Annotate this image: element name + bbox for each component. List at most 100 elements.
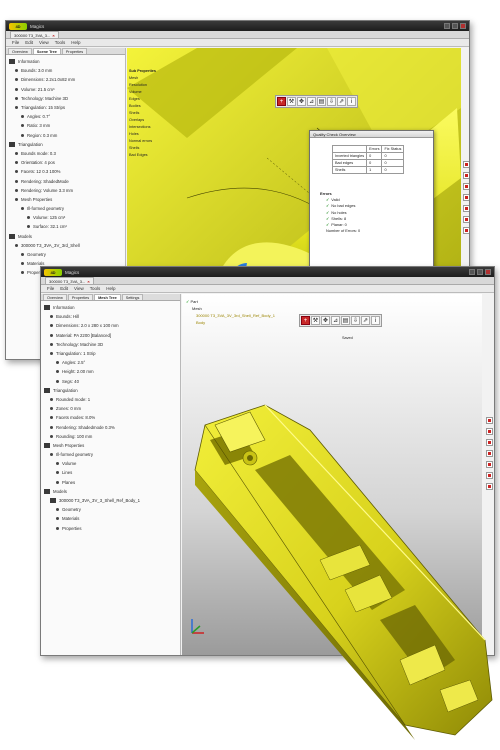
tree-row[interactable]: Triangulation: 1 Strip xyxy=(44,349,180,358)
tree-row[interactable]: Angles: 2.5° xyxy=(44,358,180,367)
add-icon[interactable]: + xyxy=(301,316,310,325)
close-tab-icon[interactable]: × xyxy=(52,33,54,38)
tree-row[interactable]: Segs: 40 xyxy=(44,377,180,386)
menu-help[interactable]: Help xyxy=(71,40,80,45)
menu-edit[interactable]: Edit xyxy=(60,286,68,291)
wrench-icon[interactable]: ⚒ xyxy=(311,316,320,325)
tree-row[interactable]: Lines xyxy=(44,468,180,477)
tree-row[interactable]: Materials xyxy=(44,514,180,523)
tree-row[interactable]: Geometry xyxy=(44,505,180,514)
tree-row[interactable]: Volume: 125 cm³ xyxy=(9,213,125,222)
tree-row[interactable]: Orientation: 4 pos xyxy=(9,158,125,167)
view-icon[interactable] xyxy=(485,450,493,457)
tree-row[interactable]: Rendering: Shadedmode 0.3% xyxy=(44,422,180,431)
tree-row[interactable]: Bounds mode: 0.3 xyxy=(9,149,125,158)
tree-row[interactable]: Planes xyxy=(44,478,180,487)
tree-row[interactable]: Information xyxy=(9,57,125,66)
tree-row[interactable]: Angles: 0.7° xyxy=(9,112,125,121)
front-subtab-mesh-tree[interactable]: Mesh Tree xyxy=(94,294,121,300)
tree-row[interactable]: Properties xyxy=(44,524,180,533)
tree-row[interactable]: 300000 T3_3VA_3V_3rd_Shell xyxy=(9,241,125,250)
view-icon[interactable] xyxy=(485,483,493,490)
front-subtab-overview[interactable]: Overview xyxy=(43,294,67,300)
menu-tools[interactable]: Tools xyxy=(90,286,101,291)
menu-file[interactable]: File xyxy=(47,286,54,291)
move-icon[interactable]: ✥ xyxy=(321,316,330,325)
close-window-icon[interactable] xyxy=(460,23,466,29)
tree-row[interactable]: Rendering: ShadedMode xyxy=(9,176,125,185)
tree-row[interactable]: Height: 2.00 mm xyxy=(44,367,180,376)
tree-row[interactable]: Mesh Properties xyxy=(9,195,125,204)
view-icon[interactable] xyxy=(462,227,469,234)
back-document-tab[interactable]: 300000 T3_3VA_3... × xyxy=(10,31,59,38)
back-subtab-properties[interactable]: Properties xyxy=(61,48,88,54)
menu-view[interactable]: View xyxy=(39,40,49,45)
tree-row[interactable]: Bounds: 3.0 mm xyxy=(9,66,125,75)
export-icon[interactable]: ⇗ xyxy=(337,97,346,106)
tree-row[interactable]: Volume: 21.5 cm³ xyxy=(9,85,125,94)
back-subtab-overview[interactable]: Overview xyxy=(8,48,32,54)
minimize-icon[interactable] xyxy=(469,269,475,275)
tree-row[interactable]: Dimensions: 2.2x1.0x82 mm xyxy=(9,75,125,84)
view-icon[interactable] xyxy=(485,472,493,479)
view-icon[interactable] xyxy=(485,461,493,468)
menu-edit[interactable]: Edit xyxy=(25,40,33,45)
tree-row[interactable]: Models xyxy=(44,487,180,496)
menu-view[interactable]: View xyxy=(74,286,84,291)
close-tab-icon[interactable]: × xyxy=(87,279,89,284)
tree-row[interactable]: Bounds: Hill xyxy=(44,312,180,321)
view-icon[interactable] xyxy=(485,439,493,446)
list-item[interactable]: ✓ Part xyxy=(186,298,275,305)
tree-row[interactable]: Geometry xyxy=(9,250,125,259)
add-icon[interactable]: + xyxy=(277,97,286,106)
close-window-icon[interactable] xyxy=(485,269,491,275)
view-icon[interactable] xyxy=(462,161,469,168)
view-icon[interactable] xyxy=(485,417,493,424)
chart-icon[interactable]: ▤ xyxy=(341,316,350,325)
tree-row[interactable]: Technology: Machine 3D xyxy=(9,94,125,103)
chart-icon[interactable]: ▤ xyxy=(317,97,326,106)
maximize-icon[interactable] xyxy=(477,269,483,275)
measure-icon[interactable]: ⊿ xyxy=(307,97,316,106)
export-icon[interactable]: ⇗ xyxy=(361,316,370,325)
tree-row[interactable]: Triangulation xyxy=(9,140,125,149)
tree-row[interactable]: Ill-formed geometry xyxy=(9,204,125,213)
tree-row[interactable]: Surface: 32.1 cm² xyxy=(9,222,125,231)
download-icon[interactable]: ⇩ xyxy=(327,97,336,106)
tree-row[interactable]: Volume xyxy=(44,459,180,468)
tree-row[interactable]: Zones: 0 mm xyxy=(44,404,180,413)
view-icon[interactable] xyxy=(485,428,493,435)
move-icon[interactable]: ✥ xyxy=(297,97,306,106)
tree-row[interactable]: Rendering: Volume 3.3 mm xyxy=(9,186,125,195)
info-icon[interactable]: i xyxy=(371,316,380,325)
view-icon[interactable] xyxy=(462,172,469,179)
tree-row[interactable]: Mesh Properties xyxy=(44,441,180,450)
front-document-tab[interactable]: 300000 T3_3VA_3... × xyxy=(45,277,94,284)
menu-help[interactable]: Help xyxy=(106,286,115,291)
tree-row[interactable]: Information xyxy=(44,303,180,312)
view-icon[interactable] xyxy=(462,183,469,190)
tree-row[interactable]: Models xyxy=(9,232,125,241)
menu-tools[interactable]: Tools xyxy=(55,40,66,45)
tree-row[interactable]: Facets: 12 0.3 100% xyxy=(9,167,125,176)
tree-row[interactable]: 300000 T3_3VA_3V_3_Shell_Ref_Body_1 xyxy=(44,496,180,505)
download-icon[interactable]: ⇩ xyxy=(351,316,360,325)
tree-row[interactable]: Material: PA 2200 [Balanced] xyxy=(44,331,180,340)
measure-icon[interactable]: ⊿ xyxy=(331,316,340,325)
list-item[interactable]: Mesh xyxy=(186,305,275,312)
maximize-icon[interactable] xyxy=(452,23,458,29)
menu-file[interactable]: File xyxy=(12,40,19,45)
wrench-icon[interactable]: ⚒ xyxy=(287,97,296,106)
tree-row[interactable]: Ratio: 3 mm xyxy=(9,121,125,130)
view-icon[interactable] xyxy=(462,216,469,223)
view-icon[interactable] xyxy=(462,205,469,212)
tree-row[interactable]: Rounded mode: 1 xyxy=(44,395,180,404)
tree-row[interactable]: Triangulation: 15 Strips xyxy=(9,103,125,112)
front-3d-viewport[interactable]: ✓ Part Mesh 300000 T3_3VA_3V_3rd_Shell_R… xyxy=(182,294,482,655)
list-item[interactable]: Body xyxy=(186,319,275,326)
view-icon[interactable] xyxy=(462,194,469,201)
back-subtab-scene-tree[interactable]: Scene Tree xyxy=(32,48,61,54)
front-subtab-settings[interactable]: Settings xyxy=(121,294,144,300)
front-subtab-properties[interactable]: Properties xyxy=(67,294,94,300)
minimize-icon[interactable] xyxy=(444,23,450,29)
